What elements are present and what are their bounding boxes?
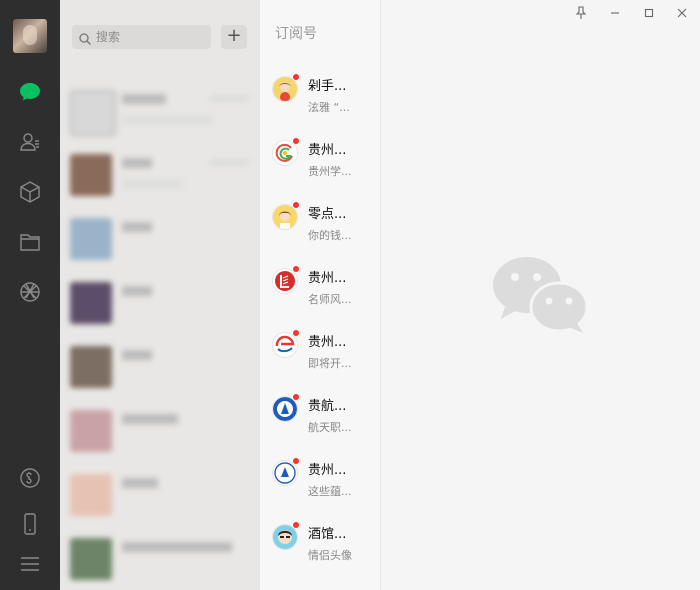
subscription-preview: 你的钱... bbox=[308, 229, 352, 242]
subscription-avatar bbox=[272, 140, 298, 166]
subscription-preview: 这些蕴... bbox=[308, 485, 352, 498]
minimize-icon[interactable] bbox=[604, 4, 626, 22]
unread-dot bbox=[293, 74, 299, 80]
chat-icon[interactable] bbox=[18, 80, 42, 104]
maximize-icon[interactable] bbox=[638, 4, 660, 22]
subscription-avatar bbox=[272, 524, 298, 550]
subscription-avatar bbox=[272, 396, 298, 422]
subscription-item[interactable]: 剁手... 泫雅 “... bbox=[260, 70, 380, 134]
subscription-name: 贵航... bbox=[308, 399, 347, 414]
subscription-name: 酒馆... bbox=[308, 527, 347, 542]
files-icon[interactable] bbox=[18, 230, 42, 254]
subscription-item[interactable]: 贵州... 名师风... bbox=[260, 262, 380, 326]
subscription-avatar bbox=[272, 76, 298, 102]
unread-dot bbox=[293, 202, 299, 208]
subscription-avatar bbox=[272, 332, 298, 358]
favorites-icon[interactable] bbox=[18, 180, 42, 204]
blurred-conversations bbox=[60, 60, 260, 590]
subscription-item[interactable]: 贵航... 航天职... bbox=[260, 390, 380, 454]
conversation-panel bbox=[381, 0, 700, 590]
subscription-name: 零点... bbox=[308, 207, 347, 222]
search-input[interactable]: 搜索 bbox=[72, 25, 211, 49]
user-avatar[interactable] bbox=[13, 19, 47, 53]
subscription-name: 剁手... bbox=[308, 79, 347, 94]
subscription-avatar bbox=[272, 204, 298, 230]
mini-programs-icon[interactable] bbox=[18, 466, 42, 490]
subscription-preview: 贵州学... bbox=[308, 165, 352, 178]
subscription-preview: 情侣头像 bbox=[308, 549, 352, 562]
subscription-preview: 泫雅 “... bbox=[308, 101, 350, 114]
close-icon[interactable] bbox=[671, 4, 693, 22]
subscription-item[interactable]: 贵州... 即将开... bbox=[260, 326, 380, 390]
add-button[interactable]: + bbox=[221, 25, 247, 49]
subscription-title: 订阅号 bbox=[275, 26, 317, 42]
subscription-item[interactable]: 贵州... 贵州学... bbox=[260, 134, 380, 198]
search-icon bbox=[78, 30, 92, 45]
subscription-name: 贵州... bbox=[308, 143, 347, 158]
subscription-item[interactable]: 贵州... 这些蕴... bbox=[260, 454, 380, 518]
subscription-preview: 航天职... bbox=[308, 421, 352, 434]
moments-icon[interactable] bbox=[18, 280, 42, 304]
chat-list-panel: 搜索 + bbox=[60, 0, 260, 590]
subscription-preview: 名师风... bbox=[308, 293, 352, 306]
subscription-name: 贵州... bbox=[308, 335, 347, 350]
subscription-preview: 即将开... bbox=[308, 357, 352, 370]
subscription-item[interactable]: 酒馆... 情侣头像 bbox=[260, 518, 380, 582]
search-placeholder: 搜索 bbox=[96, 30, 121, 44]
left-nav-rail bbox=[0, 0, 60, 590]
unread-dot bbox=[293, 138, 299, 144]
unread-dot bbox=[293, 458, 299, 464]
subscription-avatar bbox=[272, 460, 298, 486]
subscription-list-panel: 订阅号 剁手... 泫雅 “... 贵州... 贵州学... 零点... 你的钱… bbox=[260, 0, 381, 590]
phone-icon[interactable] bbox=[18, 512, 42, 536]
subscription-name: 贵州... bbox=[308, 463, 347, 478]
pin-icon[interactable] bbox=[570, 4, 592, 22]
unread-dot bbox=[293, 522, 299, 528]
unread-dot bbox=[293, 330, 299, 336]
subscription-name: 贵州... bbox=[308, 271, 347, 286]
contacts-icon[interactable] bbox=[18, 130, 42, 154]
subscription-avatar bbox=[272, 268, 298, 294]
unread-dot bbox=[293, 394, 299, 400]
unread-dot bbox=[293, 266, 299, 272]
subscription-item[interactable]: 零点... 你的钱... bbox=[260, 198, 380, 262]
menu-icon[interactable] bbox=[18, 552, 42, 576]
wechat-logo-icon bbox=[493, 255, 589, 335]
